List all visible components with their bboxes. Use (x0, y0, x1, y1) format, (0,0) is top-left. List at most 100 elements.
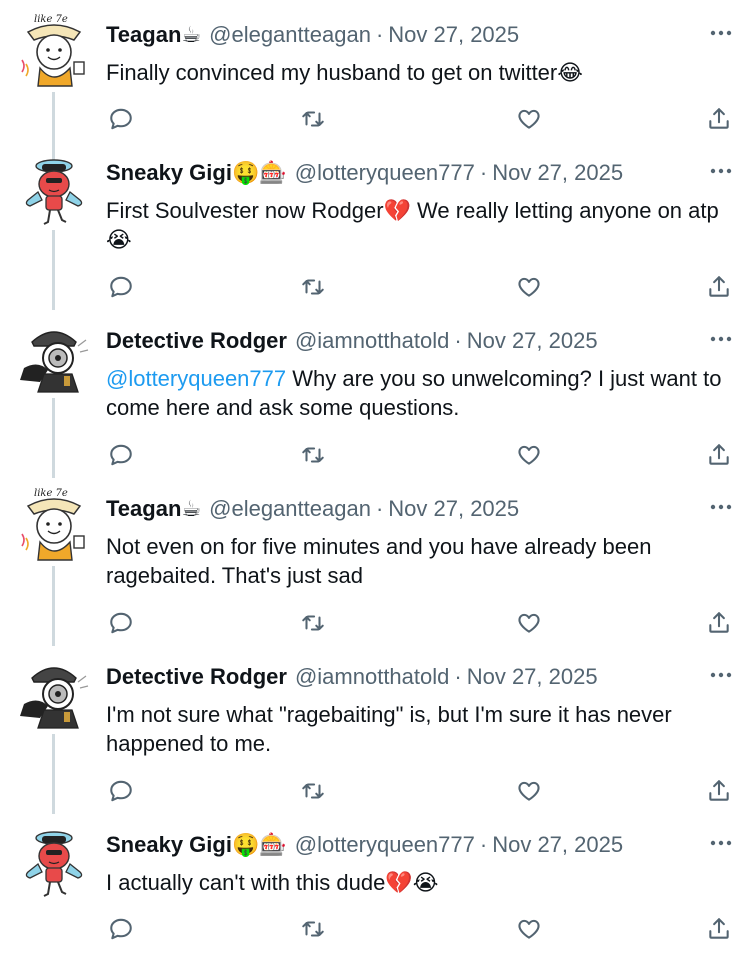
action-bar (106, 608, 736, 638)
tweet-text: I actually can't with this dude💔😭 (106, 868, 736, 897)
teagan-avatar-icon: like 7e (21, 14, 85, 87)
reply-icon (110, 108, 132, 130)
retweet-button[interactable] (298, 104, 328, 134)
avatar[interactable] (14, 652, 94, 732)
reply-icon (110, 444, 132, 466)
timestamp[interactable]: Nov 27, 2025 (467, 663, 598, 691)
more-icon[interactable] (709, 333, 733, 345)
reply-icon (110, 276, 132, 298)
reply-button[interactable] (106, 776, 136, 806)
share-icon (709, 276, 729, 297)
thread-connector (52, 398, 55, 478)
share-icon (709, 444, 729, 465)
display-name[interactable]: Detective Rodger (106, 663, 287, 691)
tweet-text-line: Finally convinced my husband to get on t… (106, 60, 583, 85)
retweet-button[interactable] (298, 608, 328, 638)
mention-link[interactable]: @lotteryqueen777 (106, 366, 286, 391)
share-icon (709, 108, 729, 129)
share-button[interactable] (704, 104, 734, 134)
display-name[interactable]: Sneaky Gigi (106, 831, 232, 859)
retweet-button[interactable] (298, 914, 328, 944)
action-bar (106, 272, 736, 302)
like-button[interactable] (514, 914, 544, 944)
retweet-icon (302, 783, 324, 799)
more-icon[interactable] (709, 165, 733, 177)
tweet-text-line: I'm not sure what "ragebaiting" is, but … (106, 702, 672, 727)
reply-icon (110, 780, 132, 802)
tweet[interactable]: like 7e Teagan ☕ @elegantteagan · Nov 27… (0, 474, 755, 646)
separator: · (479, 160, 488, 185)
share-button[interactable] (704, 914, 734, 944)
avatar[interactable] (14, 148, 94, 228)
display-name[interactable]: Teagan (106, 21, 181, 49)
tweet[interactable]: Detective Rodger @iamnotthatold · Nov 27… (0, 642, 755, 814)
reply-button[interactable] (106, 440, 136, 470)
reply-icon (110, 918, 132, 940)
like-icon (518, 919, 540, 939)
like-button[interactable] (514, 440, 544, 470)
more-icon[interactable] (709, 837, 733, 849)
action-bar (106, 914, 736, 944)
share-button[interactable] (704, 776, 734, 806)
timestamp[interactable]: Nov 27, 2025 (492, 831, 623, 859)
tweet-header: Sneaky Gigi 🤑🎰 @lotteryqueen777 · Nov 27… (106, 159, 623, 187)
avatar[interactable]: like 7e (14, 484, 94, 564)
like-button[interactable] (514, 104, 544, 134)
tweet-text-line: I actually can't with this dude💔😭 (106, 870, 439, 895)
tweet-text-line: First Soulvester now Rodger💔 We really l… (106, 198, 719, 223)
avatar[interactable] (14, 820, 94, 900)
handle[interactable]: @elegantteagan (209, 21, 371, 49)
timestamp[interactable]: Nov 27, 2025 (388, 21, 519, 49)
reply-icon (110, 612, 132, 634)
retweet-icon (302, 279, 324, 295)
teagan-avatar-icon: like 7e (21, 488, 85, 561)
handle[interactable]: @elegantteagan (209, 495, 371, 523)
display-name[interactable]: Detective Rodger (106, 327, 287, 355)
reply-button[interactable] (106, 272, 136, 302)
more-icon[interactable] (709, 501, 733, 513)
tweet[interactable]: Detective Rodger @iamnotthatold · Nov 27… (0, 306, 755, 478)
share-icon (709, 612, 729, 633)
avatar[interactable]: like 7e (14, 10, 94, 90)
retweet-icon (302, 921, 324, 937)
reply-button[interactable] (106, 104, 136, 134)
timestamp[interactable]: Nov 27, 2025 (467, 327, 598, 355)
rodger-avatar-icon (20, 331, 89, 393)
tweet-text: I'm not sure what "ragebaiting" is, but … (106, 700, 736, 758)
like-button[interactable] (514, 776, 544, 806)
action-bar (106, 104, 736, 134)
share-button[interactable] (704, 272, 734, 302)
tweet[interactable]: Sneaky Gigi 🤑🎰 @lotteryqueen777 · Nov 27… (0, 138, 755, 310)
share-button[interactable] (704, 608, 734, 638)
tweet-text: @lotteryqueen777 Why are you so unwelcom… (106, 364, 736, 422)
more-icon[interactable] (709, 669, 733, 681)
tweet[interactable]: Sneaky Gigi 🤑🎰 @lotteryqueen777 · Nov 27… (0, 810, 755, 960)
like-button[interactable] (514, 272, 544, 302)
handle[interactable]: @iamnotthatold (295, 663, 449, 691)
thread-connector (52, 566, 55, 646)
handle[interactable]: @lotteryqueen777 (295, 831, 475, 859)
tweet-text-line: ragebaited. That's just sad (106, 563, 363, 588)
name-emoji: ☕ (181, 22, 202, 47)
retweet-button[interactable] (298, 776, 328, 806)
timestamp[interactable]: Nov 27, 2025 (388, 495, 519, 523)
like-button[interactable] (514, 608, 544, 638)
timestamp[interactable]: Nov 27, 2025 (492, 159, 623, 187)
avatar[interactable] (14, 316, 94, 396)
reply-button[interactable] (106, 914, 136, 944)
gigi-avatar-icon (25, 159, 83, 225)
share-button[interactable] (704, 440, 734, 470)
display-name[interactable]: Sneaky Gigi (106, 159, 232, 187)
action-bar (106, 440, 736, 470)
reply-button[interactable] (106, 608, 136, 638)
display-name[interactable]: Teagan (106, 495, 181, 523)
separator: · (479, 832, 488, 857)
separator: · (454, 664, 462, 689)
more-icon[interactable] (709, 27, 733, 39)
retweet-button[interactable] (298, 272, 328, 302)
tweet-header: Teagan ☕ @elegantteagan · Nov 27, 2025 (106, 21, 519, 49)
handle[interactable]: @iamnotthatold (295, 327, 449, 355)
handle[interactable]: @lotteryqueen777 (295, 159, 475, 187)
svg-text:like 7e: like 7e (34, 14, 68, 25)
retweet-button[interactable] (298, 440, 328, 470)
